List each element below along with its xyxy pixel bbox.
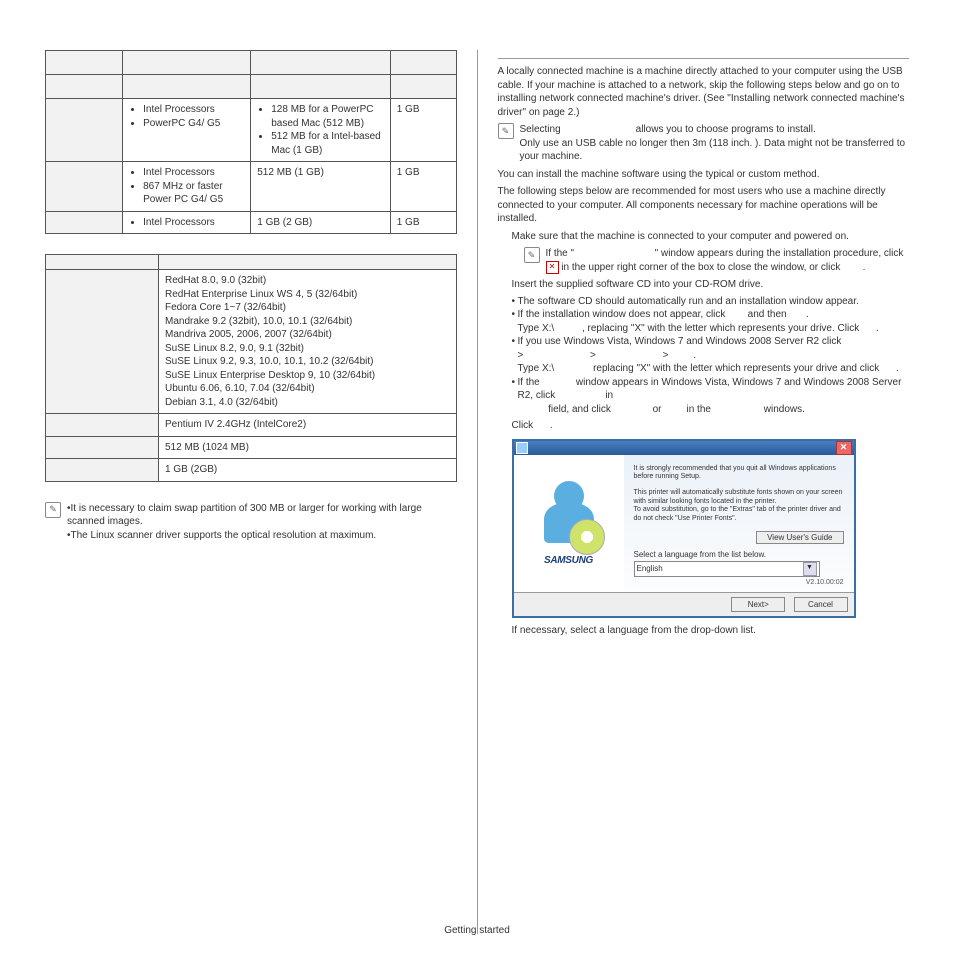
view-users-guide-button[interactable]: View User's Guide (756, 531, 843, 544)
note-icon: ✎ (524, 247, 540, 263)
right-column: A locally connected machine is a machine… (483, 50, 925, 934)
step-1: Make sure that the machine is connected … (512, 230, 910, 244)
language-select-label: Select a language from the list below. (634, 550, 844, 559)
chevron-down-icon: ▼ (803, 562, 817, 576)
step-4: If necessary, select a language from the… (512, 624, 910, 638)
intro-paragraph: A locally connected machine is a machine… (498, 65, 910, 119)
note-swap-partition: ✎ •It is necessary to claim swap partiti… (45, 502, 457, 543)
cancel-button[interactable]: Cancel (794, 597, 848, 612)
note-icon: ✎ (498, 123, 514, 139)
note-icon: ✎ (45, 502, 61, 518)
step-2: Insert the supplied software CD into you… (512, 278, 910, 292)
installer-recommendation-1: It is strongly recommended that you quit… (634, 465, 844, 482)
brand-logo: SAMSUNG (544, 555, 593, 566)
recommended-paragraph: The following steps below are recommende… (498, 185, 910, 226)
step-1-note: ✎ If the " " window appears during the i… (524, 247, 910, 274)
typical-custom-paragraph: You can install the machine software usi… (498, 168, 910, 182)
cd-disc-icon (569, 519, 605, 555)
column-divider (477, 50, 478, 934)
user-avatar-graphic (539, 481, 599, 551)
installer-recommendation-2: This printer will automatically substitu… (634, 489, 844, 523)
language-dropdown[interactable]: English ▼ (634, 561, 820, 577)
close-icon: ✕ (546, 261, 559, 274)
note-custom-install: ✎ Selecting allows you to choose program… (498, 123, 910, 164)
installer-version: V2.10.00:02 (634, 579, 844, 586)
app-icon (516, 442, 528, 454)
left-column: Intel Processors PowerPC G4/ G5 128 MB f… (30, 50, 472, 934)
page-footer: Getting started (0, 925, 954, 936)
linux-requirements-table: RedHat 8.0, 9.0 (32bit) RedHat Enterpris… (45, 254, 457, 482)
next-button[interactable]: Next> (731, 597, 785, 612)
close-button[interactable]: ✕ (836, 441, 852, 455)
mac-requirements-table: Intel Processors PowerPC G4/ G5 128 MB f… (45, 50, 457, 234)
installer-window: ✕ SAMSUNG It is strongly recommended tha… (512, 439, 856, 618)
step-3: Click . (512, 419, 910, 433)
